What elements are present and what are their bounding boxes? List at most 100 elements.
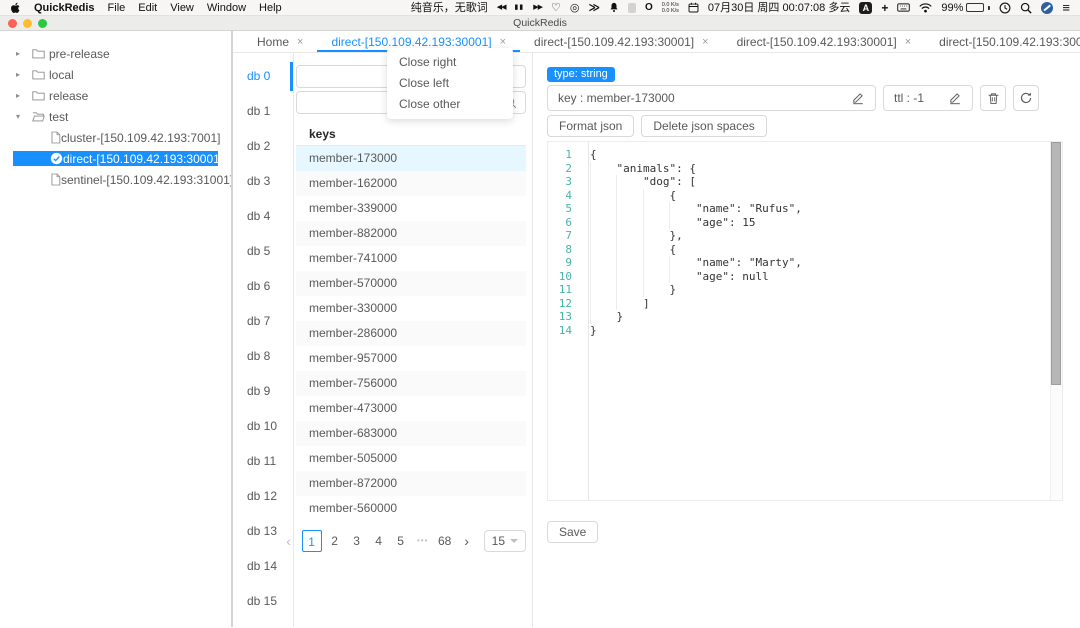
menubar-item-view[interactable]: View [170,0,194,16]
bell-icon[interactable] [609,2,619,13]
tab-connection[interactable]: direct-[150.109.42.193:30001]× [520,31,723,52]
scrollbar-thumb[interactable] [1051,142,1061,385]
tab-close-icon[interactable]: × [905,36,911,48]
circle-o-icon[interactable]: O [645,0,653,16]
tab-connection[interactable]: direct-[150.109.42.193:30001]× [723,31,926,52]
db-item-db10[interactable]: db 10 [233,409,293,444]
tab-connection[interactable]: direct-[150.109.42.193:30001]× [925,31,1080,52]
datetime-label[interactable]: 07月30日 周四 00:07:08 多云 [708,0,850,16]
target-icon[interactable]: ◎ [570,0,580,16]
db-item-db8[interactable]: db 8 [233,339,293,374]
key-row[interactable]: member-339000 [296,196,526,221]
caret-right-icon[interactable]: ▸ [16,91,32,100]
db-item-db6[interactable]: db 6 [233,269,293,304]
caret-right-icon[interactable]: ▸ [16,70,32,79]
calendar-icon[interactable] [688,2,699,13]
db-item-db4[interactable]: db 4 [233,199,293,234]
editor-scrollbar[interactable] [1050,142,1062,500]
key-row[interactable]: member-872000 [296,471,526,496]
battery-indicator[interactable]: 99% [941,0,990,16]
db-item-db14[interactable]: db 14 [233,549,293,584]
key-row[interactable]: member-330000 [296,296,526,321]
page-number[interactable]: 3 [348,530,366,552]
db-item-db15[interactable]: db 15 [233,584,293,619]
sidebar-folder-release[interactable]: ▸release [0,85,231,106]
sidebar-folder-local[interactable]: ▸local [0,64,231,85]
tab-close-icon[interactable]: × [297,36,303,48]
page-size-select[interactable]: 15 [484,530,526,552]
edit-key-icon[interactable] [851,91,865,105]
key-row[interactable]: member-570000 [296,271,526,296]
heart-icon[interactable]: ♡ [551,0,561,16]
save-button[interactable]: Save [547,521,598,543]
value-editor[interactable]: 1{2"animals": {3"dog": [4{5"name": "Rufu… [547,141,1063,501]
reload-key-button[interactable] [1013,85,1039,111]
pause-icon[interactable]: ▮▮ [514,0,524,16]
wifi-icon[interactable] [919,3,932,13]
caret-down-icon[interactable]: ▾ [16,112,32,121]
key-row[interactable]: member-162000 [296,171,526,196]
browser-icon[interactable] [1041,2,1053,14]
keyboard-icon[interactable] [897,3,910,12]
context-menu-item-close-other[interactable]: Close other [387,94,513,115]
db-item-db9[interactable]: db 9 [233,374,293,409]
key-row[interactable]: member-473000 [296,396,526,421]
key-row[interactable]: member-882000 [296,221,526,246]
db-item-db13[interactable]: db 13 [233,514,293,549]
db-item-db2[interactable]: db 2 [233,129,293,164]
key-row[interactable]: member-741000 [296,246,526,271]
page-number[interactable]: 5 [392,530,410,552]
menubar-item-window[interactable]: Window [207,0,246,16]
db-item-db3[interactable]: db 3 [233,164,293,199]
tab-close-icon[interactable]: × [702,36,708,48]
page-number[interactable]: 2 [326,530,344,552]
key-row[interactable]: member-683000 [296,421,526,446]
double-arrow-icon[interactable]: ≫ [588,0,600,16]
tab-home[interactable]: Home× [243,31,317,52]
delete-key-button[interactable] [980,85,1006,111]
menubar-item-file[interactable]: File [108,0,126,16]
page-number[interactable]: 4 [370,530,388,552]
key-row[interactable]: member-286000 [296,321,526,346]
sidebar-connection[interactable]: direct-[150.109.42.193:30001] [13,148,218,169]
db-item-db5[interactable]: db 5 [233,234,293,269]
edit-ttl-icon[interactable] [948,91,962,105]
input-method-icon[interactable]: A [859,2,872,14]
menubar-item-help[interactable]: Help [259,0,282,16]
page-number[interactable]: 1 [302,530,322,552]
format-json-button[interactable]: Format json [547,115,634,137]
next-track-icon[interactable]: ▶▶ [533,0,542,16]
move-icon[interactable]: + [881,0,888,16]
sidebar-connection[interactable]: cluster-[150.109.42.193:7001] [13,127,218,148]
sidebar-folder-pre-release[interactable]: ▸pre-release [0,43,231,64]
sidebar-folder-test[interactable]: ▾test [0,106,231,127]
key-row[interactable]: member-505000 [296,446,526,471]
menubar-item-edit[interactable]: Edit [138,0,157,16]
clock-icon[interactable] [999,2,1011,14]
db-item-db11[interactable]: db 11 [233,444,293,479]
dimmed-app-icon[interactable] [628,3,636,13]
db-item-db1[interactable]: db 1 [233,94,293,129]
ttl-input[interactable]: ttl : -1 [883,85,973,111]
key-name-input[interactable]: key : member-173000 [547,85,876,111]
previous-track-icon[interactable]: ◀◀ [497,0,506,16]
key-row[interactable]: member-957000 [296,346,526,371]
db-item-db7[interactable]: db 7 [233,304,293,339]
network-speed[interactable]: 0.0 K/s 0.0 K/s [662,2,679,14]
context-menu-item-close-right[interactable]: Close right [387,52,513,73]
context-menu-item-close-left[interactable]: Close left [387,73,513,94]
menubar-item-quickredis[interactable]: QuickRedis [34,0,95,16]
next-page-icon[interactable]: › [458,530,476,552]
spotlight-search-icon[interactable] [1020,2,1032,14]
key-row[interactable]: member-173000 [296,146,526,171]
delete-json-spaces-button[interactable]: Delete json spaces [641,115,766,137]
sidebar-connection[interactable]: sentinel-[150.109.42.193:31001] [13,169,218,190]
page-number[interactable]: 68 [436,530,454,552]
db-item-db0[interactable]: db 0 [233,59,293,94]
tab-close-icon[interactable]: × [500,36,506,48]
caret-right-icon[interactable]: ▸ [16,49,32,58]
key-row[interactable]: member-756000 [296,371,526,396]
db-item-db12[interactable]: db 12 [233,479,293,514]
apple-logo-icon[interactable] [10,2,20,14]
key-row[interactable]: member-560000 [296,496,526,521]
